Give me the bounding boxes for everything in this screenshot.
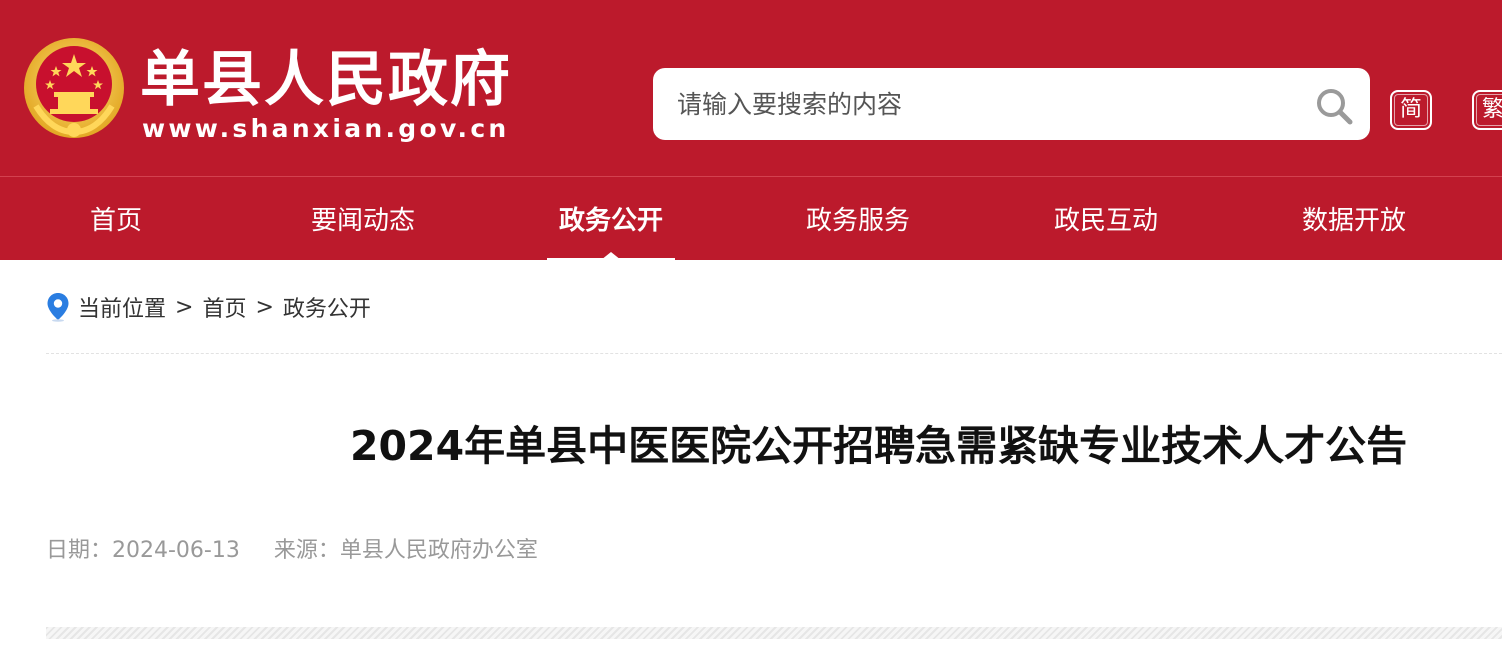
breadcrumb-gov-affairs-link[interactable]: 政务公开 (283, 291, 371, 323)
simplified-chinese-button[interactable]: 简 (1390, 90, 1432, 130)
site-title: 单县人民政府 (140, 45, 512, 115)
nav-item-news[interactable]: 要闻动态 (298, 177, 428, 261)
nav-item-gov-affairs-open[interactable]: 政务公开 (547, 177, 675, 261)
article-date: 日期：2024-06-13 (46, 538, 240, 563)
search-input[interactable] (677, 82, 1297, 126)
search-icon[interactable] (1314, 86, 1354, 126)
traditional-chinese-button[interactable]: 繁 (1472, 90, 1502, 130)
section-stripe-divider (46, 627, 1502, 639)
nav-active-arrow (601, 252, 621, 260)
breadcrumb-prefix: 当前位置 (78, 297, 167, 322)
search-box (653, 68, 1370, 140)
article-source: 来源：单县人民政府办公室 (273, 538, 538, 563)
national-emblem-icon (24, 38, 124, 138)
nav-item-open-data[interactable]: 数据开放 (1289, 177, 1419, 261)
site-domain: www.shanxian.gov.cn (142, 114, 510, 143)
location-pin-icon (47, 293, 69, 322)
article-title: 2024年单县中医医院公开招聘急需紧缺专业技术人才公告 (350, 422, 1408, 470)
breadcrumb-separator: > (175, 294, 194, 320)
nav-item-home[interactable]: 首页 (66, 177, 166, 261)
nav-item-gov-services[interactable]: 政务服务 (793, 177, 923, 261)
breadcrumb-home-link[interactable]: 首页 (202, 291, 246, 323)
nav-item-interaction[interactable]: 政民互动 (1041, 177, 1171, 261)
breadcrumb-divider (46, 353, 1502, 354)
article-meta: 日期：2024-06-13 来源：单县人民政府办公室 (46, 534, 538, 568)
main-nav: 首页 要闻动态 政务公开 政务服务 政民互动 数据开放 (0, 176, 1502, 260)
breadcrumb-separator: > (255, 294, 274, 320)
breadcrumb: 当前位置 > 首页 > 政务公开 (46, 290, 371, 324)
